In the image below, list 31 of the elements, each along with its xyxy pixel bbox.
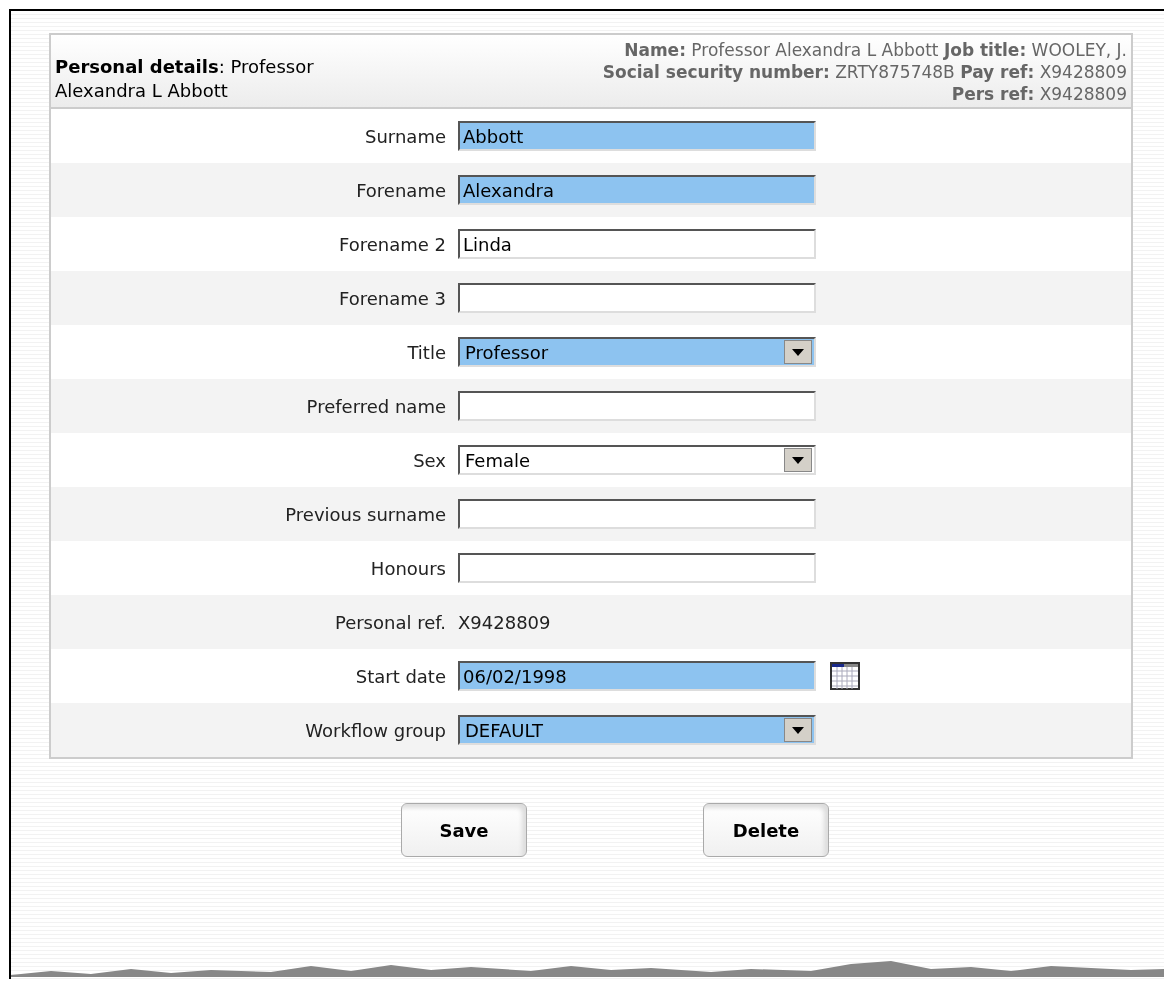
text-field[interactable]	[458, 499, 816, 529]
text-field[interactable]	[458, 553, 816, 583]
field-label: Workflow group	[304, 718, 447, 743]
field-label: Sex	[412, 448, 447, 473]
text-field[interactable]	[458, 283, 816, 313]
field-label: Personal ref.	[333, 610, 447, 635]
text-field[interactable]: Alexandra	[458, 175, 816, 205]
field-label: Previous surname	[284, 502, 447, 527]
dropdown[interactable]: Professor	[458, 337, 816, 367]
field-label: Title	[406, 340, 447, 365]
dropdown[interactable]: Female	[458, 445, 816, 475]
field-label: Honours	[369, 556, 447, 581]
text-field[interactable]: Linda	[458, 229, 816, 259]
date-field[interactable]: 06/02/1998	[458, 661, 816, 691]
field-value: X9428809	[458, 610, 551, 635]
text-field[interactable]	[458, 391, 816, 421]
summary-line: Name: Professor Alexandra L Abbott Job title: WOOLEY, J.	[624, 39, 1127, 61]
summary-line: Pers ref: X9428809	[951, 83, 1127, 105]
field-label: Forename 3	[337, 286, 447, 311]
action-button[interactable]: Delete	[703, 803, 829, 857]
dropdown[interactable]: DEFAULT	[458, 715, 816, 745]
calendar-icon[interactable]	[830, 662, 860, 690]
summary-line: Social security number: ZRTY875748B Pay ref: X9428809	[602, 61, 1127, 83]
text-field[interactable]: Abbott	[458, 121, 816, 151]
field-label: Forename 2	[337, 232, 447, 257]
field-label: Surname	[364, 124, 447, 149]
field-label: Preferred name	[305, 394, 447, 419]
field-label: Forename	[355, 178, 447, 203]
field-label: Start date	[354, 664, 447, 689]
action-button[interactable]: Save	[401, 803, 527, 857]
header-title: Personal details: Professor Alexandra L Abbott	[55, 55, 315, 103]
